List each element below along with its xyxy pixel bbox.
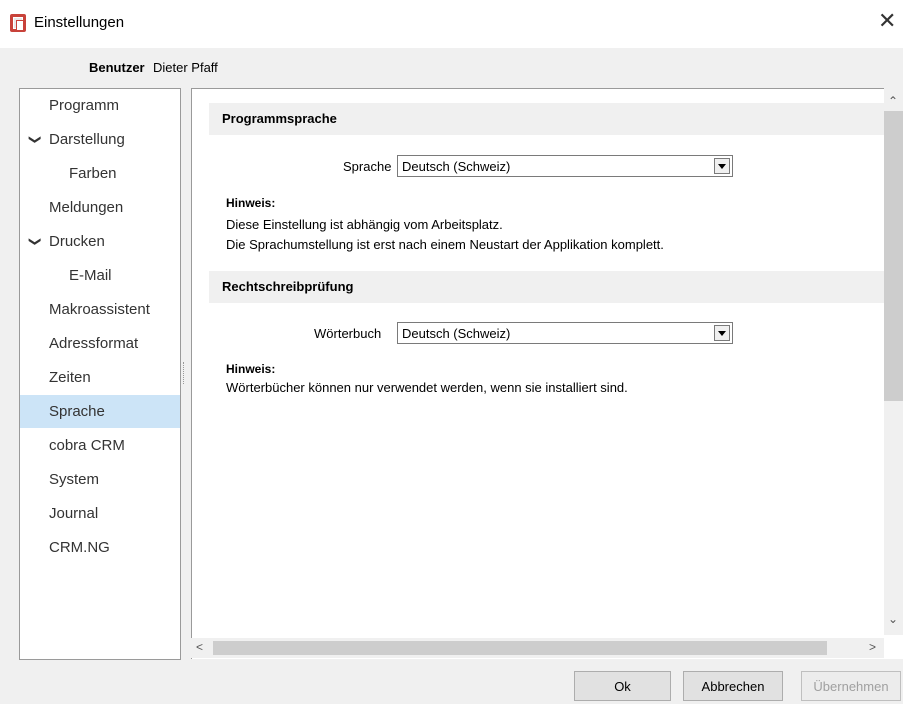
ok-button[interactable]: Ok bbox=[574, 671, 671, 701]
sidebar-item-adressformat[interactable]: Adressformat bbox=[20, 327, 180, 360]
sidebar-item-label: Sprache bbox=[49, 403, 105, 420]
scroll-left-icon[interactable]: < bbox=[196, 640, 203, 654]
sprache-value: Deutsch (Schweiz) bbox=[402, 159, 511, 174]
hint-text: Die Sprachumstellung ist erst nach einem… bbox=[226, 237, 664, 252]
settings-tree: Programm ❯ Darstellung Farben Meldungen ❯… bbox=[19, 88, 181, 660]
sprache-select[interactable]: Deutsch (Schweiz) bbox=[397, 155, 733, 177]
vertical-scroll-thumb[interactable] bbox=[884, 111, 903, 401]
app-icon bbox=[10, 14, 26, 32]
sidebar-item-darstellung[interactable]: ❯ Darstellung bbox=[20, 123, 180, 156]
sidebar-item-label: Makroassistent bbox=[49, 301, 150, 318]
sidebar-item-label: E-Mail bbox=[69, 267, 112, 284]
user-name: Dieter Pfaff bbox=[153, 60, 218, 75]
hint-text: Wörterbücher können nur verwendet werden… bbox=[226, 380, 628, 395]
section-header-rechtschreibpruefung: Rechtschreibprüfung bbox=[209, 271, 885, 303]
scroll-up-icon[interactable]: ⌃ bbox=[888, 94, 898, 108]
section-header-programmsprache: Programmsprache bbox=[209, 103, 885, 135]
sidebar-item-label: Farben bbox=[69, 165, 117, 182]
sidebar-item-label: cobra CRM bbox=[49, 437, 125, 454]
woerterbuch-label: Wörterbuch bbox=[314, 326, 382, 341]
user-bar: Benutzer Dieter Pfaff bbox=[0, 48, 903, 88]
sidebar-item-label: Journal bbox=[49, 505, 99, 522]
sprache-label: Sprache bbox=[343, 159, 392, 174]
sidebar-item-programm[interactable]: Programm bbox=[20, 89, 180, 122]
sidebar-item-label: Adressformat bbox=[49, 335, 139, 352]
splitter-handle[interactable] bbox=[183, 362, 186, 384]
sidebar-item-label: Programm bbox=[49, 97, 120, 114]
sidebar-item-label: CRM.NG bbox=[49, 539, 110, 556]
sidebar-item-drucken[interactable]: ❯ Drucken bbox=[20, 225, 180, 258]
hint-title: Hinweis: bbox=[226, 196, 276, 210]
apply-button[interactable]: Übernehmen bbox=[801, 671, 901, 701]
scroll-right-icon[interactable]: > bbox=[869, 640, 876, 654]
chevron-down-icon[interactable] bbox=[714, 325, 730, 341]
sidebar-item-farben[interactable]: Farben bbox=[20, 157, 180, 190]
sidebar-item-e-mail[interactable]: E-Mail bbox=[20, 259, 180, 292]
sidebar-item-label: Zeiten bbox=[49, 369, 91, 386]
title-bar: Einstellungen ✕ bbox=[0, 0, 903, 48]
sidebar-item-label: Drucken bbox=[49, 233, 105, 250]
sidebar-item-system[interactable]: System bbox=[20, 463, 180, 496]
sidebar-item-cobra-crm[interactable]: cobra CRM bbox=[20, 429, 180, 462]
sidebar-item-crm-ng[interactable]: CRM.NG bbox=[20, 531, 180, 564]
close-icon[interactable]: ✕ bbox=[878, 10, 896, 32]
horizontal-scroll-thumb[interactable] bbox=[213, 641, 827, 655]
cancel-button[interactable]: Abbrechen bbox=[683, 671, 783, 701]
sidebar-item-label: System bbox=[49, 471, 100, 488]
window-title: Einstellungen bbox=[34, 14, 125, 31]
sidebar-item-label: Darstellung bbox=[49, 131, 125, 148]
sidebar-item-journal[interactable]: Journal bbox=[20, 497, 180, 530]
woerterbuch-select[interactable]: Deutsch (Schweiz) bbox=[397, 322, 733, 344]
sidebar-item-makroassistent[interactable]: Makroassistent bbox=[20, 293, 180, 326]
hint-title: Hinweis: bbox=[226, 362, 276, 376]
woerterbuch-value: Deutsch (Schweiz) bbox=[402, 326, 511, 341]
hint-text: Diese Einstellung ist abhängig vom Arbei… bbox=[226, 217, 503, 232]
chevron-down-icon[interactable]: ❯ bbox=[19, 134, 52, 144]
sidebar-item-label: Meldungen bbox=[49, 199, 124, 216]
sidebar-item-meldungen[interactable]: Meldungen bbox=[20, 191, 180, 224]
scroll-down-icon[interactable]: ⌄ bbox=[888, 612, 898, 626]
settings-panel: Programmsprache Sprache Deutsch (Schweiz… bbox=[191, 88, 903, 659]
chevron-down-icon[interactable] bbox=[714, 158, 730, 174]
sidebar-item-sprache[interactable]: Sprache bbox=[20, 395, 180, 428]
chevron-down-icon[interactable]: ❯ bbox=[19, 236, 52, 246]
sidebar-item-zeiten[interactable]: Zeiten bbox=[20, 361, 180, 394]
user-label: Benutzer bbox=[89, 60, 145, 75]
